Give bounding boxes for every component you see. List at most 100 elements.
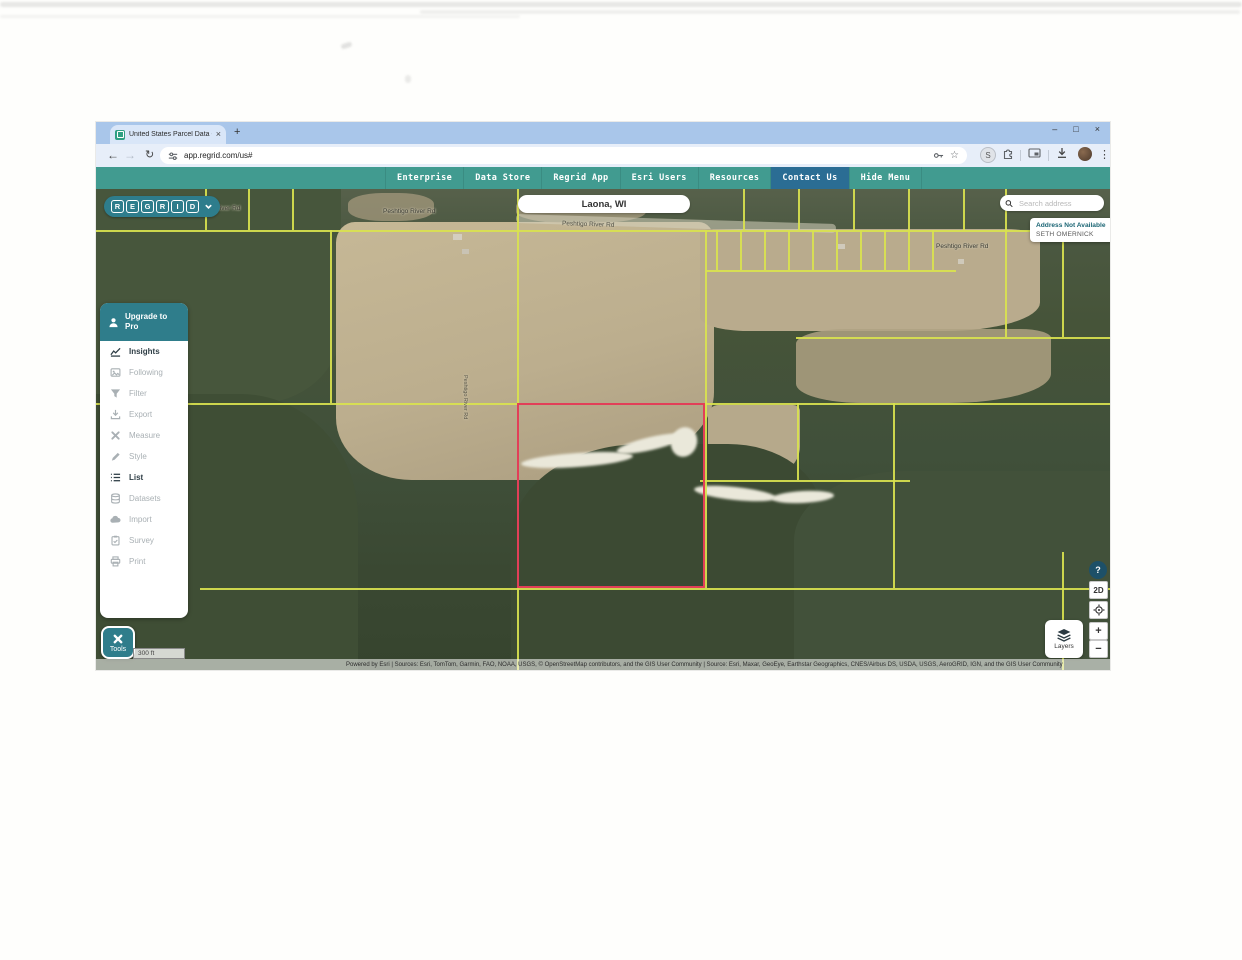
road-label: Peshtigo River Rd: [462, 375, 468, 419]
locate-icon: [1093, 604, 1105, 616]
road-label: Peshtigo River Rd: [383, 208, 435, 215]
bookmark-star-icon[interactable]: ☆: [950, 151, 959, 161]
logo-letter: E: [126, 200, 139, 213]
regrid-logo[interactable]: R E G R I D: [104, 196, 220, 217]
map-field-patch: [348, 193, 434, 221]
sidebar-item-insights[interactable]: Insights: [100, 341, 188, 362]
sidebar-item-following[interactable]: Following: [100, 362, 188, 383]
sidebar-item-upgrade-to-pro[interactable]: Upgrade to Pro: [100, 303, 188, 341]
scan-streak: [0, 15, 520, 18]
place-pill[interactable]: Laona, WI: [518, 195, 690, 213]
parcel-line: [963, 189, 965, 230]
chevron-down-icon[interactable]: [204, 202, 213, 211]
sidebar-item-export[interactable]: Export: [100, 404, 188, 425]
sidebar-item-measure[interactable]: Measure: [100, 425, 188, 446]
screen-share-icon[interactable]: [1028, 147, 1041, 159]
zoom-out-button[interactable]: −: [1089, 640, 1108, 658]
browser-profile-avatar[interactable]: [1078, 147, 1092, 161]
search-input[interactable]: [1017, 198, 1099, 209]
tools-label: Tools: [110, 646, 126, 653]
parcel-line: [1062, 230, 1064, 337]
sidebar-item-style[interactable]: Style: [100, 446, 188, 467]
parcel-line: [932, 230, 934, 270]
download-icon[interactable]: [1056, 147, 1068, 159]
url-text: app.regrid.com/us#: [184, 151, 252, 160]
parcel-line: [1005, 189, 1007, 337]
parcel-line: [908, 189, 910, 230]
layers-icon: [1056, 628, 1072, 642]
sidebar-item-datasets[interactable]: Datasets: [100, 488, 188, 509]
sidebar-item-print[interactable]: Print: [100, 551, 188, 572]
sidebar-item-survey[interactable]: Survey: [100, 530, 188, 551]
scan-mark: [405, 75, 411, 83]
profile-chip[interactable]: S: [980, 147, 996, 163]
pen-icon: [110, 451, 121, 462]
scan-streak: [420, 10, 1240, 14]
window-maximize-button[interactable]: □: [1073, 124, 1078, 134]
parcel-line: [716, 230, 718, 270]
zoom-in-button[interactable]: +: [1089, 622, 1108, 640]
list-icon: [110, 472, 121, 483]
database-icon: [110, 493, 121, 504]
printer-icon: [110, 556, 121, 567]
forward-icon[interactable]: →: [124, 147, 136, 163]
parcel-line: [248, 189, 250, 230]
parcel-line: [853, 189, 855, 230]
parcel-line: [796, 337, 1110, 339]
parcel-line: [200, 588, 1110, 590]
parcel-line: [908, 230, 910, 270]
help-button[interactable]: ?: [1089, 561, 1107, 579]
parcel-line: [893, 403, 895, 588]
parcel-line: [798, 189, 800, 230]
map-building: [462, 249, 469, 254]
nav-data-store[interactable]: Data Store: [463, 167, 541, 189]
map-building: [838, 244, 845, 249]
tools-icon: [112, 633, 124, 645]
layers-button[interactable]: Layers: [1045, 620, 1083, 658]
nav-resources[interactable]: Resources: [698, 167, 771, 189]
nav-esri-users[interactable]: Esri Users: [620, 167, 698, 189]
map-field-patch: [796, 329, 1051, 403]
map-canvas[interactable]: Peshtigo River Rd Peshtigo River Rd Pesh…: [96, 189, 1110, 670]
parcel-line: [860, 230, 862, 270]
browser-tab[interactable]: United States Parcel Data - Re ×: [110, 125, 226, 144]
parcel-line: [700, 480, 910, 482]
parcel-line: [292, 189, 294, 230]
selected-parcel-outline[interactable]: [517, 403, 705, 588]
layers-label: Layers: [1054, 643, 1074, 650]
sidebar-item-filter[interactable]: Filter: [100, 383, 188, 404]
parcel-line: [836, 230, 838, 270]
browser-window: United States Parcel Data - Re × + – □ ×…: [96, 122, 1110, 670]
scan-mark: [340, 41, 352, 49]
tab-close-icon[interactable]: ×: [216, 130, 221, 139]
window-close-button[interactable]: ×: [1095, 124, 1100, 134]
funnel-icon: [110, 388, 121, 399]
sidebar-item-list[interactable]: List: [100, 467, 188, 488]
new-tab-button[interactable]: +: [234, 126, 240, 138]
menu-dots-icon[interactable]: ⋮: [1099, 147, 1110, 163]
address-bar[interactable]: app.regrid.com/us# ☆: [160, 147, 967, 164]
back-icon[interactable]: ←: [107, 147, 119, 163]
locate-button[interactable]: [1089, 601, 1108, 619]
road-label: Peshtigo River Rd: [936, 243, 988, 250]
nav-contact-us[interactable]: Contact Us: [770, 167, 848, 189]
site-info-icon[interactable]: [168, 151, 178, 161]
nav-enterprise[interactable]: Enterprise: [385, 167, 463, 189]
map-attribution: Powered by Esri | Sources: Esri, TomTom,…: [96, 659, 1110, 670]
sidebar-item-import[interactable]: Import: [100, 509, 188, 530]
search-box[interactable]: [1000, 195, 1104, 211]
parcel-line: [705, 230, 707, 588]
tools-button[interactable]: Tools: [101, 626, 135, 659]
mode-2d-button[interactable]: 2D: [1089, 581, 1108, 599]
nav-regrid-app[interactable]: Regrid App: [541, 167, 619, 189]
parcel-line: [706, 270, 956, 272]
password-key-icon[interactable]: [933, 150, 944, 161]
extensions-icon[interactable]: [1002, 147, 1014, 159]
nav-hide-menu[interactable]: Hide Menu: [849, 167, 923, 189]
window-minimize-button[interactable]: –: [1052, 124, 1057, 134]
refresh-icon[interactable]: ↻: [145, 147, 154, 163]
regrid-favicon-icon: [115, 130, 125, 140]
address-popup[interactable]: Address Not Available SETH OMERNICK: [1030, 218, 1110, 242]
logo-letter: G: [141, 200, 154, 213]
sidebar-panel: Upgrade to Pro Insights Following Filter: [100, 303, 188, 618]
